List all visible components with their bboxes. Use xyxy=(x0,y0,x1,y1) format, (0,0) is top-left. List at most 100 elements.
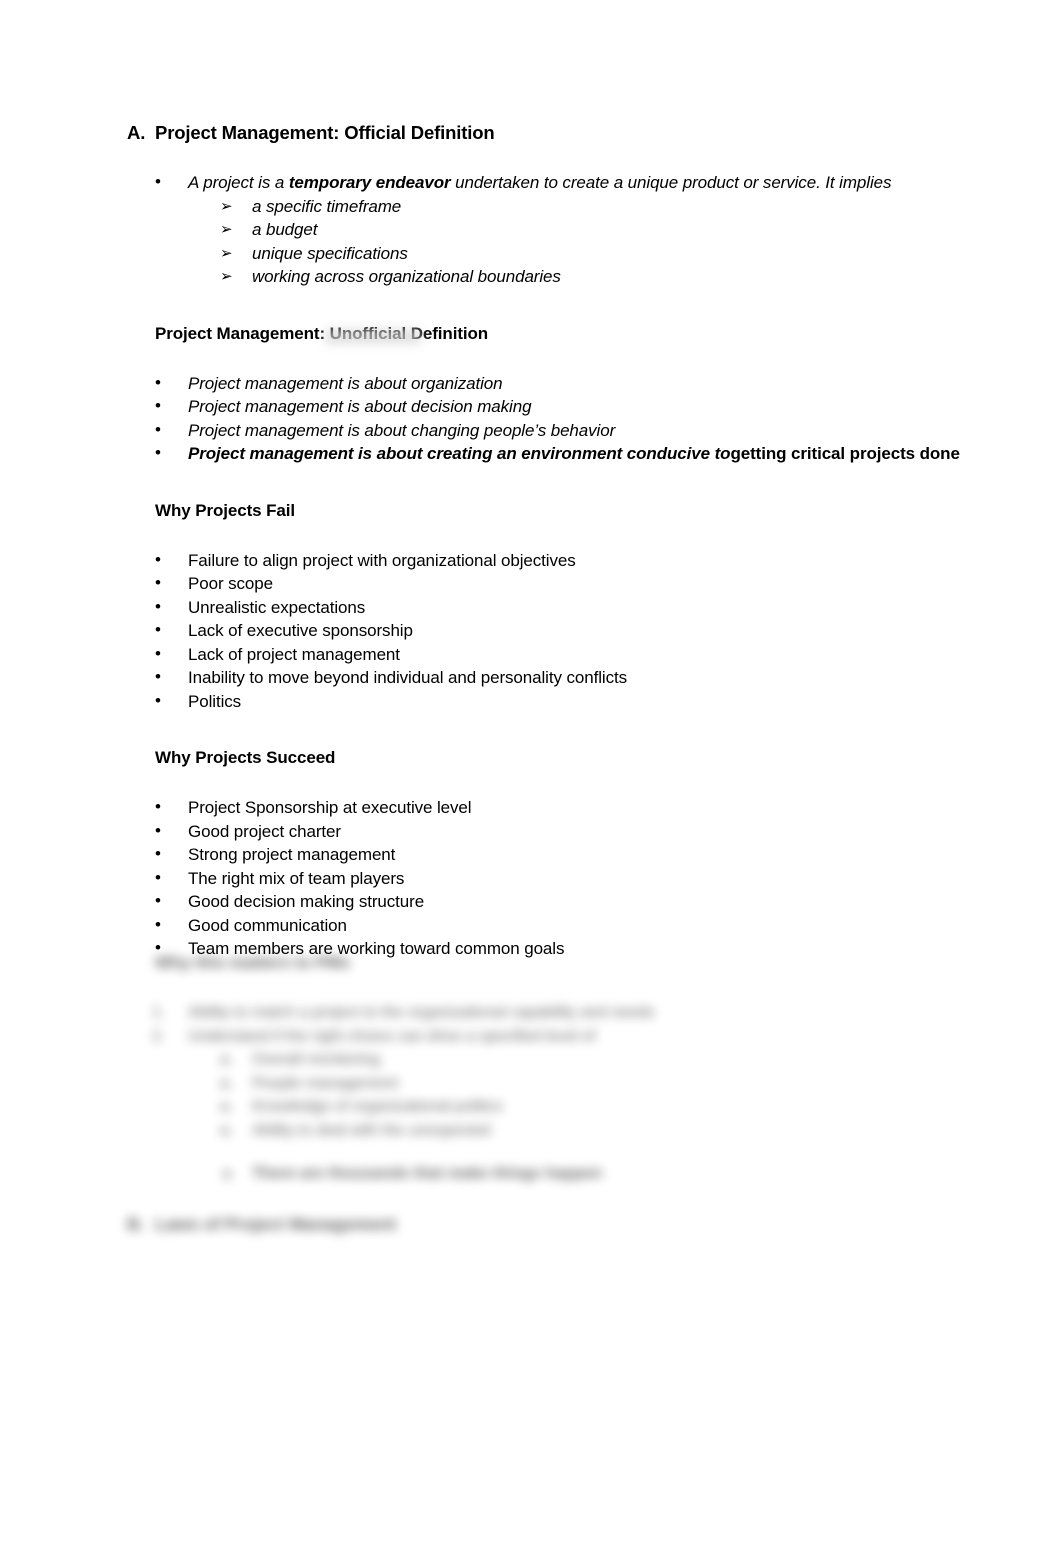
bullet-icon: • xyxy=(155,396,161,415)
why-succeed-list: • Project Sponsorship at executive level… xyxy=(0,796,1062,961)
heading-unofficial-definition: Project Management: Unofficial Definitio… xyxy=(155,323,489,343)
list-item: ➢ working across organizational boundari… xyxy=(0,265,1062,289)
list-item: • Unrealistic expectations xyxy=(0,596,1062,620)
redacted-sub-list: a. Overall monitoring a. People manageme… xyxy=(0,1048,1062,1142)
list-item: • Strong project management xyxy=(0,843,1062,867)
list-item: • Project management is about organizati… xyxy=(0,372,1062,396)
bullet-icon: • xyxy=(155,549,161,569)
arrow-bullet-icon: ➢ xyxy=(220,267,233,285)
heading-why-projects-succeed: Why Projects Succeed xyxy=(155,748,336,767)
list-item-label: Project management is about decision mak… xyxy=(188,397,532,416)
bullet-icon: • xyxy=(155,667,161,686)
bullet-icon: • xyxy=(155,914,161,934)
bullet-icon: • xyxy=(155,419,161,439)
number-marker: a. xyxy=(220,1121,234,1139)
list-item-label: People management xyxy=(252,1074,398,1092)
list-item-label: Knowledge of organizational politics xyxy=(252,1098,503,1115)
list-item-label: Project Sponsorship at executive level xyxy=(188,798,472,817)
list-item-label: Lack of executive sponsorship xyxy=(188,621,413,640)
unofficial-last-italic: Project management is about creating an … xyxy=(188,444,731,463)
list-item-label: Ability to match a project to the organi… xyxy=(188,1004,655,1021)
list-item-label: Project management is about changing peo… xyxy=(188,420,616,440)
list-item-label: working across organizational boundaries xyxy=(252,267,561,286)
list-item-label: Lack of project management xyxy=(188,644,400,664)
bullet-icon: • xyxy=(155,172,161,191)
why-fail-list: • Failure to align project with organiza… xyxy=(0,549,1062,714)
list-item: • Project management is about changing p… xyxy=(0,419,1062,443)
list-item: • Failure to align project with organiza… xyxy=(0,549,1062,573)
list-item-label: Team members are working toward common g… xyxy=(188,939,565,958)
bullet-icon: • xyxy=(155,938,161,957)
list-item-label: Good communication xyxy=(188,915,347,935)
bullet-icon: • xyxy=(155,372,161,392)
lead-bullet-part1: A project is a xyxy=(188,173,289,192)
bullet-icon: • xyxy=(155,820,161,840)
unofficial-list: • Project management is about organizati… xyxy=(0,372,1062,466)
list-item-label: Strong project management xyxy=(188,845,396,864)
number-marker: 2. xyxy=(152,1027,166,1045)
list-item: a. Knowledge of organizational politics xyxy=(0,1095,1062,1119)
bullet-icon: • xyxy=(155,596,161,616)
bullet-icon: • xyxy=(155,867,161,887)
list-item: ➢ unique specifications xyxy=(0,242,1062,266)
list-item-label: Project management is about organization xyxy=(188,373,503,393)
list-item-label: Poor scope xyxy=(188,574,273,593)
list-item: • Inability to move beyond individual an… xyxy=(0,666,1062,690)
list-item: • Politics xyxy=(0,690,1062,714)
list-item: ➢ a specific timeframe xyxy=(0,195,1062,219)
heading-marker-a: A. xyxy=(127,122,146,143)
list-item-label: Unrealistic expectations xyxy=(188,597,366,617)
list-item: ➢ a budget xyxy=(0,218,1062,242)
lead-bullet-emphasis: temporary endeavor xyxy=(288,173,451,192)
redacted-numbered-list: 1. Ability to match a project to the org… xyxy=(0,1001,1062,1048)
list-item: 2. Understand if the right choice can dr… xyxy=(0,1025,1062,1049)
redacted-block: Why this matters to PMs 1. Ability to ma… xyxy=(0,952,1062,1236)
number-marker: a. xyxy=(220,1051,234,1068)
document-content: A. Project Management: Official Definitio… xyxy=(0,0,1062,961)
heading-why-projects-fail: Why Projects Fail xyxy=(155,500,296,520)
list-item: • Project Sponsorship at executive level xyxy=(0,796,1062,820)
list-item: a. Overall monitoring xyxy=(0,1048,1062,1072)
list-item-label: Failure to align project with organizati… xyxy=(188,550,576,570)
document-page: A. Project Management: Official Definitio… xyxy=(0,0,1062,1556)
number-marker: a. xyxy=(220,1074,234,1092)
list-item: • Poor scope xyxy=(0,572,1062,596)
bullet-icon: • xyxy=(155,797,161,816)
redacted-highlight-label: There are thousands that make things hap… xyxy=(252,1165,603,1182)
list-item: • Good project charter xyxy=(0,820,1062,844)
official-sub-list: ➢ a specific timeframe ➢ a budget ➢ uniq… xyxy=(0,195,1062,289)
heading-marker-b: B. xyxy=(127,1213,145,1234)
list-item: • Project management is about decision m… xyxy=(0,395,1062,419)
list-item-label: Politics xyxy=(188,691,242,711)
bullet-icon: • xyxy=(155,573,161,592)
list-item-label: Ability to deal with the unexpected xyxy=(252,1121,491,1139)
heading-official-title: Project Management: Official Definition xyxy=(155,122,495,143)
list-item: • Team members are working toward common… xyxy=(0,937,1062,961)
heading-official-definition: A. Project Management: Official Definitio… xyxy=(0,121,1062,144)
number-marker: a. xyxy=(222,1165,236,1182)
list-item-label: a budget xyxy=(252,220,318,239)
bullet-icon: • xyxy=(155,643,161,663)
list-item-label: Good decision making structure xyxy=(188,892,425,911)
official-lead-list: • A project is a temporary endeavor unde… xyxy=(0,171,1062,195)
list-item: a. People management xyxy=(0,1072,1062,1096)
lead-bullet-part2: undertaken to create a unique product or… xyxy=(450,173,892,192)
list-item: • The right mix of team players xyxy=(0,867,1062,891)
list-item: 1. Ability to match a project to the org… xyxy=(0,1001,1062,1025)
list-item-label: unique specifications xyxy=(252,243,408,263)
list-item: a. Ability to deal with the unexpected xyxy=(0,1119,1062,1143)
bullet-icon: • xyxy=(155,891,161,910)
bullet-icon: • xyxy=(155,443,161,462)
bullet-icon: • xyxy=(155,690,161,710)
list-item-label: Good project charter xyxy=(188,821,341,841)
arrow-bullet-icon: ➢ xyxy=(220,220,233,238)
list-item: • Lack of project management xyxy=(0,643,1062,667)
list-item: • A project is a temporary endeavor unde… xyxy=(0,171,1062,195)
arrow-bullet-icon: ➢ xyxy=(220,196,233,215)
unofficial-last-upright: getting critical projects done xyxy=(730,444,960,463)
list-item: • Good communication xyxy=(0,914,1062,938)
number-marker: 1. xyxy=(152,1004,166,1021)
list-item-label: Understand if the right choice can drive… xyxy=(188,1027,596,1045)
list-item-label: Inability to move beyond individual and … xyxy=(188,668,627,687)
redacted-heading-b: B. Laws of Project Management xyxy=(0,1213,1062,1236)
